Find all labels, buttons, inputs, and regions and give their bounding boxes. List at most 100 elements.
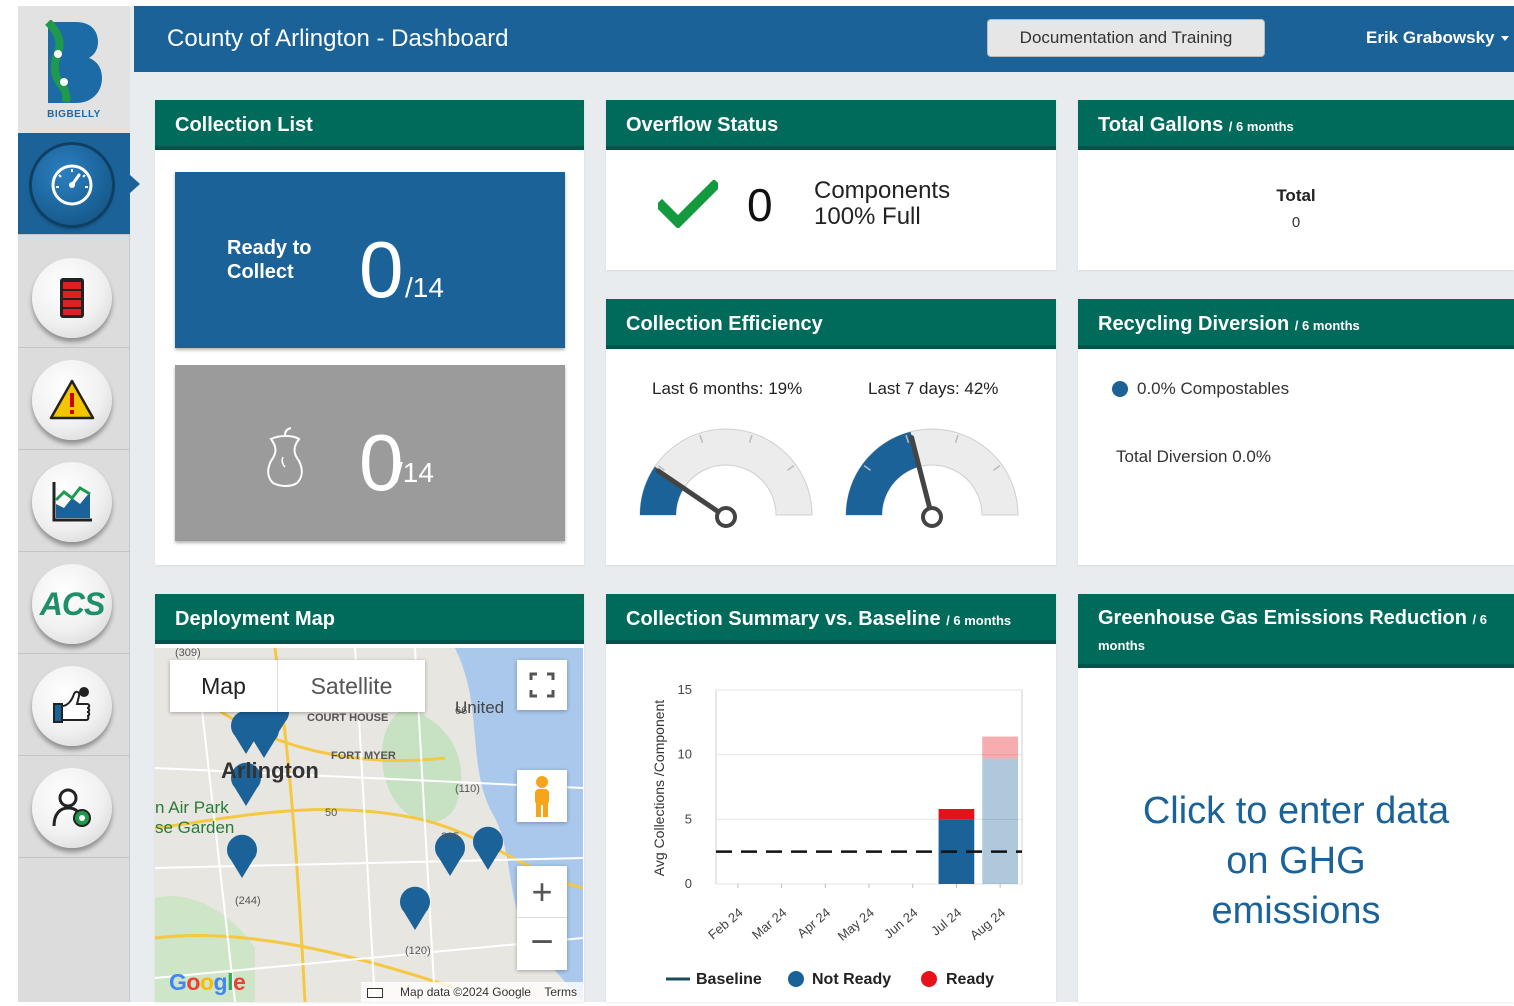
warning-icon [49,379,95,420]
map-attribution: Map data ©2024 Google Terms [360,982,583,1002]
map-label-arlington: Arlington [221,758,319,783]
nav-alerts[interactable] [18,348,130,450]
svg-text:(110): (110) [455,783,480,795]
x-tick-label: Aug 24 [967,905,1008,943]
efficiency-6months-label: Last 6 months: 19% [652,379,803,398]
keyboard-icon[interactable] [366,987,383,998]
compost-total: /14 [395,457,434,488]
legend-ready-label: Ready [946,971,994,988]
chart-icon [52,482,92,522]
ghg-enter-data-link[interactable]: Click to enter data on GHG emissions [1078,786,1514,936]
ghg-header: Greenhouse Gas Emissions Reduction / 6 m… [1078,594,1514,668]
y-tick-label: 10 [678,747,692,762]
nav-fill-levels[interactable] [18,246,130,348]
apple-core-icon [267,427,303,487]
y-tick-label: 15 [678,682,692,697]
y-axis-label: Avg Collections /Component [651,700,667,877]
map-label-air-park: n Air Park [155,798,229,817]
nav-dashboard[interactable] [18,133,140,235]
svg-text:(120): (120) [405,945,431,957]
overflow-count: 0 [747,179,773,231]
y-tick-label: 0 [685,876,692,891]
gauge-7days [845,428,1019,528]
nav-admin-button[interactable] [32,768,112,848]
nav-reports[interactable] [18,450,130,552]
ready-count: 0 [359,225,404,314]
zoom-in-button[interactable]: + [517,866,567,918]
zoom-control: + − [517,866,567,970]
total-gallons-value: 0 [1291,214,1301,231]
total-gallons-label: Total [1276,186,1316,205]
bar-ready [938,808,975,820]
ready-to-collect-label: Ready to Collect [227,237,312,283]
total-diversion: Total Diversion 0.0% [1116,447,1271,466]
logo-text: BIGBELLY [47,109,101,120]
x-tick-label: Mar 24 [749,905,790,943]
legend-ready-swatch [921,971,937,987]
svg-text:(244): (244) [235,895,261,907]
compost-tile[interactable]: 0 /14 [175,365,565,541]
acs-icon: ACS [39,586,106,622]
svg-text:395: 395 [441,831,459,843]
x-tick-label: May 24 [835,905,877,944]
satellite-tab[interactable]: Satellite [277,660,425,712]
x-tick-label: Apr 24 [794,905,833,941]
service-hand-icon [53,687,91,723]
nav-service-button[interactable] [32,666,112,746]
total-gallons-panel: Total Gallons / 6 months Total 0 [1078,100,1514,270]
x-tick-label: Jun 24 [881,905,921,942]
nav-fill-levels-button[interactable] [32,258,112,338]
map-terms-link[interactable]: Terms [544,985,577,999]
admin-user-icon [52,788,91,827]
deployment-map-header: Deployment Map [155,594,584,644]
legend-not-ready-swatch [788,971,804,987]
documentation-button[interactable]: Documentation and Training [987,19,1265,57]
overflow-line2: 100% Full [814,203,921,230]
efficiency-7days-label: Last 7 days: 42% [868,379,999,398]
compostables-legend-dot [1112,381,1128,397]
svg-text:50: 50 [325,807,337,819]
fullscreen-button[interactable] [517,660,567,710]
ready-to-collect-tile[interactable]: Ready to Collect 0 /14 [175,172,565,348]
nav-acs[interactable]: ACS [18,552,130,654]
bigbelly-logo[interactable]: BIGBELLY [18,6,130,133]
nav-service[interactable] [18,654,130,756]
recycling-subtitle: / 6 months [1294,318,1360,333]
compostables-value: 0.0% Compostables [1137,379,1290,398]
overflow-status-header: Overflow Status [606,100,1056,150]
nav-dashboard-button[interactable] [32,145,112,225]
user-name: Erik Grabowsky [1366,28,1495,47]
pegman-icon [535,776,549,817]
nav-reports-button[interactable] [32,462,112,542]
map-label-court-house: COURT HOUSE [307,712,389,724]
overflow-line1: Components [814,177,951,204]
collection-efficiency-header: Collection Efficiency [606,299,1056,349]
street-view-button[interactable] [517,770,567,822]
collection-list-panel: Collection List Ready to Collect 0 /14 0 … [155,100,584,565]
nav-admin[interactable] [18,756,130,858]
map-label-fort-myer: FORT MYER [331,750,396,762]
zoom-out-button[interactable]: − [517,918,567,970]
map-tab[interactable]: Map [170,660,277,712]
gauge-6months [639,428,813,528]
collection-summary-subtitle: / 6 months [946,613,1012,628]
google-logo: Google [169,969,246,995]
collection-summary-header: Collection Summary vs. Baseline / 6 mont… [606,594,1056,644]
map-canvas[interactable]: (309) 66 (110) 50 395 (244) (120) Arlington C… [155,648,583,1002]
checkmark-icon [658,180,718,228]
nav-acs-button[interactable]: ACS [32,564,112,644]
ghg-panel[interactable]: Greenhouse Gas Emissions Reduction / 6 m… [1078,594,1514,1002]
x-tick-label: Jul 24 [928,905,964,939]
ready-total: /14 [405,272,444,303]
speedometer-icon [51,164,93,206]
nav-alerts-button[interactable] [32,360,112,440]
user-menu[interactable]: Erik Grabowsky [1366,28,1509,48]
legend-baseline-label: Baseline [696,971,762,988]
deployment-map-panel: Deployment Map (309) 66 (110) 50 395 (24… [155,594,584,1002]
collection-efficiency-panel: Collection Efficiency Last 6 months: 19%… [606,299,1056,565]
overflow-text: Components 100% Full [814,178,950,230]
bar-ready [982,736,1018,759]
fullscreen-icon [529,672,555,698]
recycling-diversion-header: Recycling Diversion / 6 months [1078,299,1514,349]
map-label-united: United [455,698,505,717]
